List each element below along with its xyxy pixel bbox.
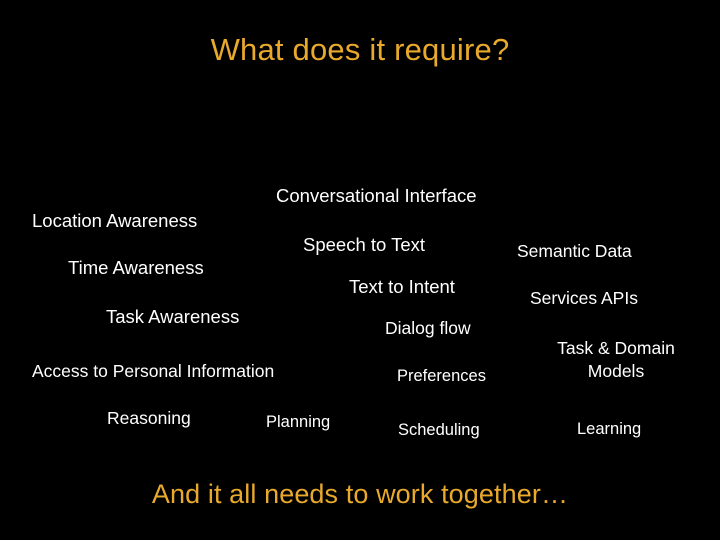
requirement-semantic-data: Semantic Data (517, 241, 632, 261)
requirement-learning: Learning (577, 420, 642, 438)
requirement-reasoning: Reasoning (107, 408, 191, 428)
requirement-text-to-intent: Text to Intent (349, 276, 455, 297)
requirement-scheduling: Scheduling (398, 421, 480, 439)
requirement-location-awareness: Location Awareness (32, 210, 198, 231)
requirement-task-domain-models: Task & Domain Models (557, 338, 675, 381)
requirement-dialog-flow: Dialog flow (385, 318, 471, 338)
requirement-planning: Planning (266, 413, 331, 431)
presentation-slide: What does it require? Conversational Int… (0, 0, 720, 540)
slide-footer-tagline: And it all needs to work together… (151, 479, 569, 509)
requirement-time-awareness: Time Awareness (68, 257, 204, 278)
requirement-conversational-interface: Conversational Interface (276, 185, 477, 206)
requirement-speech-to-text: Speech to Text (303, 234, 426, 255)
requirement-access-to-personal-information: Access to Personal Information (32, 361, 275, 381)
requirement-task-awareness: Task Awareness (106, 306, 240, 327)
page-title: What does it require? (210, 32, 510, 67)
requirement-services-apis: Services APIs (530, 288, 638, 308)
requirement-preferences: Preferences (397, 367, 486, 385)
